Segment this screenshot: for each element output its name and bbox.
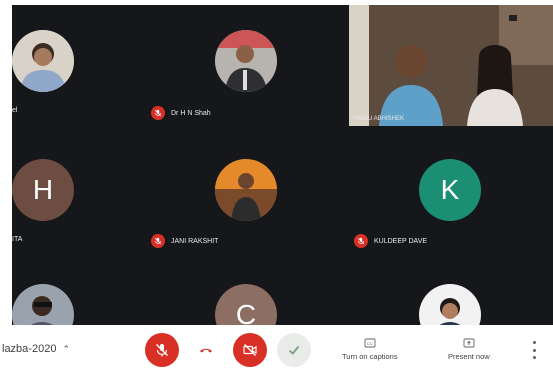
- avatar-letter: C: [235, 299, 257, 325]
- video-tile[interactable]: HINGU ABHISHEK: [349, 5, 553, 126]
- participant-name-row: Dr H N Shah: [151, 106, 211, 120]
- participant-name: ITA: [12, 236, 23, 243]
- participant-avatar: [12, 30, 74, 92]
- participant-name-row: KULDEEP DAVE: [354, 234, 427, 248]
- participant-avatar: H: [12, 159, 74, 221]
- present-label: Present now: [448, 352, 490, 361]
- present-now-button[interactable]: Present now: [448, 337, 490, 361]
- participant-avatar: [215, 30, 277, 92]
- participant-avatar: [419, 284, 481, 325]
- participant-name-row: el: [12, 107, 17, 114]
- camera-button[interactable]: [233, 333, 267, 367]
- check-icon: [288, 345, 300, 355]
- meeting-controls-bar: lazba-2020 ⌃ CC Turn on captions Present…: [0, 325, 553, 371]
- captions-icon: CC: [364, 338, 376, 348]
- captions-button[interactable]: CC Turn on captions: [342, 337, 398, 361]
- meeting-code: lazba-2020: [2, 343, 57, 355]
- participant-name: JANI RAKSHIT: [171, 237, 219, 245]
- video-feed-icon: [349, 5, 553, 126]
- meeting-stage: el Dr H N Shah HINGU ABHISHEK H ITA JANI…: [12, 5, 553, 325]
- avatar-letter: H: [32, 174, 54, 205]
- video-tile-label: HINGU ABHISHEK: [353, 116, 404, 122]
- mic-muted-icon: [151, 106, 165, 120]
- hangup-icon: [200, 348, 212, 353]
- participant-avatar: C: [215, 284, 277, 325]
- video-tile-name: HINGU ABHISHEK: [353, 116, 405, 122]
- participant-avatar: K: [419, 159, 481, 221]
- mic-muted-icon: [354, 234, 368, 248]
- avatar-letter: K: [440, 174, 460, 205]
- confirm-button[interactable]: [277, 333, 311, 367]
- hang-up-button[interactable]: [189, 333, 223, 367]
- svg-text:CC: CC: [367, 341, 373, 346]
- participant-name-row: JANI RAKSHIT: [151, 234, 218, 248]
- participant-name: KULDEEP DAVE: [374, 237, 428, 245]
- participant-name: Dr H N Shah: [171, 109, 211, 117]
- captions-label: Turn on captions: [342, 352, 398, 361]
- participant-name: el: [12, 107, 18, 114]
- present-icon: [463, 338, 475, 348]
- meeting-details[interactable]: lazba-2020 ⌃: [2, 343, 70, 355]
- camera-off-icon: [243, 344, 257, 356]
- participant-name-row: ITA: [12, 236, 22, 243]
- participant-avatar: [12, 284, 74, 325]
- microphone-button[interactable]: [145, 333, 179, 367]
- mic-off-icon: [156, 344, 168, 357]
- chevron-up-icon: ⌃: [62, 343, 70, 354]
- more-options-icon[interactable]: [527, 341, 541, 359]
- mic-muted-icon: [151, 234, 165, 248]
- participant-avatar: [215, 159, 277, 221]
